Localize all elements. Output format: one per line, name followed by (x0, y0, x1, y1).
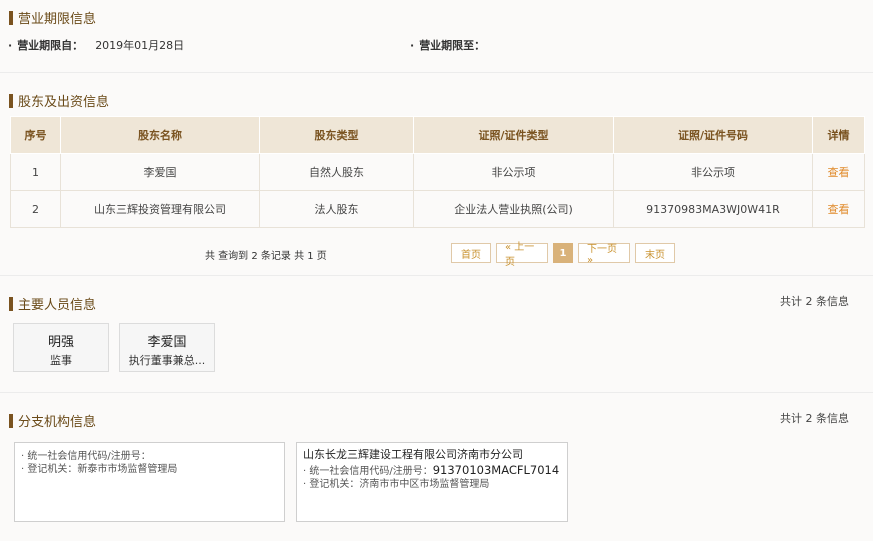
last-page-button[interactable]: 末页 (635, 243, 675, 263)
person-card[interactable]: 李爱国 执行董事兼总... (119, 323, 215, 372)
person-name: 李爱国 (147, 335, 187, 350)
next-page-button[interactable]: 下一页 » (578, 243, 630, 266)
table-header-row: 序号 股东名称 股东类型 证照/证件类型 证照/证件号码 详情 (10, 116, 865, 154)
col-header: 股东类型 (259, 116, 414, 154)
shareholder-table: 序号 股东名称 股东类型 证照/证件类型 证照/证件号码 详情 1 李爱国 自然… (10, 116, 865, 228)
title-bar-icon (9, 296, 13, 311)
personnel-title: 主要人员信息 (9, 294, 96, 313)
table-row: 2 山东三辉投资管理有限公司 法人股东 企业法人营业执照(公司) 9137098… (10, 190, 865, 228)
col-header: 证照/证件类型 (413, 116, 614, 154)
branch-count: 共计 2 条信息 (780, 412, 849, 425)
branch-name: 山东长龙三辉建设工程有限公司济南市分公司 (303, 448, 523, 461)
branch-authority-row: · 登记机关：济南市市中区市场监督管理局 (303, 479, 490, 490)
business-term-title: 营业期限信息 (9, 8, 96, 27)
current-page-button[interactable]: 1 (553, 243, 573, 263)
business-term-section (0, 0, 873, 72)
personnel-count: 共计 2 条信息 (780, 295, 849, 308)
pager-info: 共 查询到 2 条记录 共 1 页 (205, 251, 327, 262)
term-from-field: · 营业期限自： 2019年01月28日 (8, 39, 185, 52)
pagination: 首页 « 上一页 1 下一页 » 末页 (451, 242, 675, 268)
person-role: 监事 (50, 354, 72, 367)
branch-code-row: · 统一社会信用代码/注册号：91370103MACFL7014 (303, 463, 560, 478)
term-to-field: · 营业期限至： (410, 39, 486, 52)
branch-title: 分支机构信息 (9, 411, 96, 430)
col-header: 证照/证件号码 (613, 116, 813, 154)
branch-authority-row: · 登记机关：新泰市市场监督管理局 (21, 464, 178, 475)
title-bar-icon (9, 93, 13, 108)
view-detail-link[interactable]: 查看 (828, 203, 850, 216)
shareholder-title: 股东及出资信息 (9, 91, 109, 110)
person-role: 执行董事兼总... (128, 354, 206, 367)
title-bar-icon (9, 10, 13, 25)
view-detail-link[interactable]: 查看 (828, 166, 850, 179)
person-name: 明强 (47, 335, 74, 350)
prev-page-button[interactable]: « 上一页 (496, 242, 548, 268)
title-bar-icon (9, 413, 13, 428)
first-page-button[interactable]: 首页 (451, 243, 491, 263)
branch-card[interactable]: 山东长龙三辉建设工程有限公司济南市分公司 · 统一社会信用代码/注册号：9137… (296, 442, 568, 522)
branch-code-row: · 统一社会信用代码/注册号： (21, 451, 151, 462)
branch-card[interactable]: · 统一社会信用代码/注册号： · 登记机关：新泰市市场监督管理局 (14, 442, 285, 522)
table-row: 1 李爱国 自然人股东 非公示项 非公示项 查看 (10, 153, 865, 191)
col-header: 详情 (812, 116, 865, 154)
col-header: 股东名称 (60, 116, 260, 154)
person-card[interactable]: 明强 监事 (13, 323, 109, 372)
col-header: 序号 (10, 116, 61, 154)
